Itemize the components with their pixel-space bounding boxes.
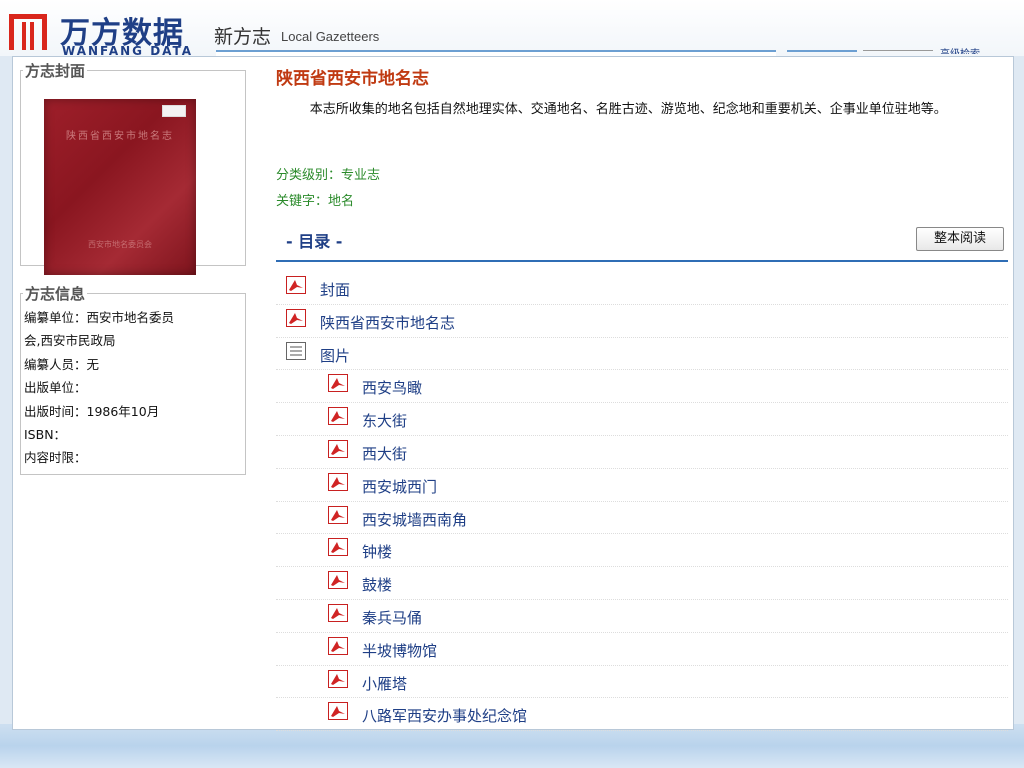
- info-line: ISBN：: [24, 427, 67, 443]
- cover-sticker: [162, 105, 186, 117]
- left-edge: [0, 112, 12, 672]
- toc-item-link[interactable]: 西安城西门: [362, 476, 437, 497]
- pdf-icon[interactable]: [328, 505, 348, 524]
- pdf-icon[interactable]: [328, 538, 348, 557]
- logo-text-en: WANFANG DATA: [62, 44, 194, 56]
- section-title-cn: 新方志: [214, 26, 272, 48]
- pdf-icon[interactable]: [328, 407, 348, 426]
- toc-header: - 目录 - 整本阅读: [276, 224, 1008, 262]
- cover-legend: 方志封面: [25, 62, 86, 80]
- pdf-icon[interactable]: [328, 702, 348, 721]
- toc-item: 鼓楼: [276, 567, 1008, 600]
- toc-item-link[interactable]: 西安城墙西南角: [362, 509, 467, 530]
- read-whole-book-button[interactable]: 整本阅读: [916, 227, 1004, 251]
- info-line: 出版单位：: [24, 380, 87, 396]
- advanced-search-link[interactable]: 高级检索: [940, 46, 980, 54]
- toc-item-link[interactable]: 图片: [320, 345, 350, 366]
- toc-list: 封面陕西省西安市地名志 图片 西安鸟瞰东大街西大街西安城西门西安城墙西南角 钟楼鼓楼秦…: [276, 272, 1008, 732]
- pdf-icon[interactable]: [328, 571, 348, 590]
- cover-section: 方志封面 陕西省西安市地名志 西安市地名委员会: [20, 60, 246, 275]
- pdf-icon[interactable]: [328, 636, 348, 655]
- toc-item: 西安城西门: [276, 469, 1008, 502]
- doc-title: 陕西省西安市地名志: [276, 69, 429, 89]
- pdf-icon[interactable]: [286, 308, 306, 327]
- pdf-icon[interactable]: [328, 374, 348, 393]
- cover-book-title: 陕西省西安市地名志: [66, 131, 174, 142]
- toc-item-link[interactable]: 鼓楼: [362, 574, 392, 595]
- toc-item-link[interactable]: 秦兵马俑: [362, 607, 422, 628]
- toc-item: 小雁塔: [276, 666, 1008, 699]
- info-list: 编纂单位：西安市地名委员 会,西安市民政局 编纂人员：无 出版单位： 出版时间：…: [21, 304, 245, 470]
- toc-item-link[interactable]: 封面: [320, 279, 350, 300]
- toc-item: 西安城墙西南角: [276, 502, 1008, 535]
- info-line: 内容时限：: [24, 450, 87, 466]
- toc-item-link[interactable]: 西安鸟瞰: [362, 377, 422, 398]
- section-title-en: Local Gazetteers: [281, 29, 380, 44]
- pdf-icon[interactable]: [328, 603, 348, 622]
- list-icon[interactable]: [286, 341, 306, 360]
- toc-item: 东大街: [276, 403, 1008, 436]
- toc-item-link[interactable]: 西大街: [362, 443, 407, 464]
- toc-item: 秦兵马俑: [276, 600, 1008, 633]
- keywords-text: 关键字：地名: [276, 194, 355, 209]
- toc-item-link[interactable]: 八路军西安办事处纪念馆: [362, 705, 527, 726]
- toc-item: 图片: [276, 338, 1008, 371]
- pdf-icon[interactable]: [286, 276, 306, 294]
- book-cover-image[interactable]: 陕西省西安市地名志 西安市地名委员会: [44, 99, 196, 275]
- pdf-icon[interactable]: [328, 472, 348, 491]
- cover-book-publisher: 西安市地名委员会: [88, 240, 152, 249]
- pdf-icon[interactable]: [328, 439, 348, 458]
- info-line: 编纂人员：无: [24, 356, 100, 372]
- toc-item: 西大街: [276, 436, 1008, 469]
- toc-title: - 目录 -: [286, 232, 343, 251]
- toc-item: 半坡博物馆: [276, 633, 1008, 666]
- toc-item-link[interactable]: 东大街: [362, 410, 407, 431]
- info-section: 方志信息 编纂单位：西安市地名委员 会,西安市民政局 编纂人员：无 出版单位： …: [20, 283, 246, 475]
- info-line: 会,西安市民政局: [24, 333, 116, 349]
- wanfang-logo-icon[interactable]: [8, 12, 48, 52]
- toc-item-link[interactable]: 陕西省西安市地名志: [320, 312, 455, 333]
- info-legend: 方志信息: [25, 285, 86, 303]
- toc-item: 封面: [276, 272, 1008, 305]
- toc-item-link[interactable]: 小雁塔: [362, 673, 407, 694]
- site-header: 万方数据 WANFANG DATA 新方志 Local Gazetteers 高…: [0, 0, 1024, 58]
- toc-item: 八路军西安办事处纪念馆: [276, 698, 1008, 732]
- pdf-icon[interactable]: [328, 669, 348, 688]
- info-line: 出版时间：1986年10月: [24, 403, 160, 419]
- doc-description: 本志所收集的地名包括自然地理实体、交通地名、名胜古迹、游览地、纪念地和重要机关、…: [309, 102, 947, 117]
- toc-item: 西安鸟瞰: [276, 370, 1008, 404]
- info-line: 编纂单位：西安市地名委员: [24, 310, 175, 325]
- category-text: 分类级别：专业志: [276, 168, 381, 183]
- toc-item: 钟楼: [276, 534, 1008, 568]
- toc-item-link[interactable]: 钟楼: [362, 541, 392, 562]
- toc-item-link[interactable]: 半坡博物馆: [362, 640, 437, 661]
- toc-item: 陕西省西安市地名志: [276, 305, 1008, 338]
